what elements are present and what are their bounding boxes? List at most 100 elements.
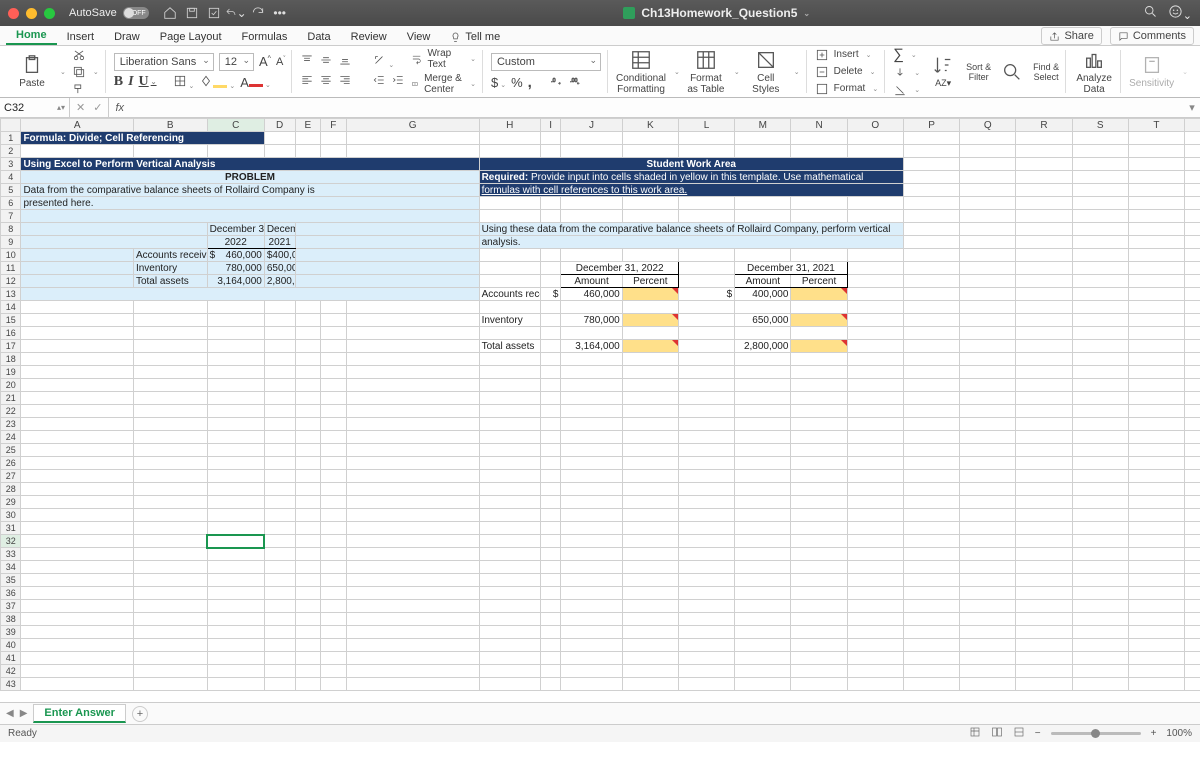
cell[interactable]: $ bbox=[540, 288, 560, 301]
search-icon[interactable] bbox=[1143, 4, 1158, 22]
cell[interactable] bbox=[903, 678, 959, 691]
cell[interactable] bbox=[561, 509, 622, 522]
cell[interactable] bbox=[903, 548, 959, 561]
cell[interactable] bbox=[1016, 366, 1072, 379]
cell[interactable] bbox=[295, 132, 321, 145]
cell[interactable] bbox=[264, 626, 295, 639]
cell[interactable] bbox=[264, 678, 295, 691]
row-header[interactable]: 9 bbox=[1, 236, 21, 249]
cell[interactable] bbox=[264, 652, 295, 665]
tab-draw[interactable]: Draw bbox=[104, 28, 150, 45]
cell[interactable] bbox=[847, 327, 903, 340]
cell[interactable] bbox=[207, 301, 264, 314]
cell[interactable] bbox=[1016, 379, 1072, 392]
conditional-formatting-button[interactable]: Conditional Formatting bbox=[616, 49, 666, 95]
row-header[interactable]: 19 bbox=[1, 366, 21, 379]
cell[interactable] bbox=[540, 301, 560, 314]
cell[interactable] bbox=[479, 496, 540, 509]
cell[interactable] bbox=[479, 470, 540, 483]
cell[interactable] bbox=[1072, 405, 1128, 418]
cell[interactable] bbox=[540, 275, 560, 288]
align-bottom-icon[interactable] bbox=[338, 53, 352, 70]
cell[interactable] bbox=[295, 314, 321, 327]
cell[interactable] bbox=[295, 353, 321, 366]
cell[interactable] bbox=[1185, 379, 1200, 392]
save-icon[interactable] bbox=[181, 3, 203, 23]
cell[interactable] bbox=[21, 470, 133, 483]
cell[interactable] bbox=[133, 574, 207, 587]
cell[interactable] bbox=[960, 509, 1016, 522]
row-header[interactable]: 17 bbox=[1, 340, 21, 353]
cell[interactable] bbox=[678, 431, 734, 444]
cell[interactable]: $400,000 bbox=[264, 249, 295, 262]
cell[interactable] bbox=[346, 522, 479, 535]
cell[interactable] bbox=[1072, 132, 1128, 145]
cell[interactable] bbox=[622, 678, 678, 691]
cell[interactable] bbox=[678, 418, 734, 431]
cell[interactable] bbox=[960, 587, 1016, 600]
cell[interactable] bbox=[960, 405, 1016, 418]
cell[interactable] bbox=[1128, 483, 1184, 496]
cell[interactable]: Inventory bbox=[479, 314, 540, 327]
cell[interactable] bbox=[264, 522, 295, 535]
cell[interactable] bbox=[133, 496, 207, 509]
cell[interactable] bbox=[1016, 327, 1072, 340]
cell[interactable]: 2,800,000 bbox=[264, 275, 295, 288]
row-header[interactable]: 33 bbox=[1, 548, 21, 561]
cell[interactable] bbox=[561, 379, 622, 392]
cell[interactable] bbox=[346, 652, 479, 665]
cell[interactable] bbox=[561, 561, 622, 574]
cell[interactable] bbox=[295, 301, 321, 314]
cell-styles-button[interactable]: Cell Styles bbox=[746, 49, 786, 95]
cell[interactable] bbox=[735, 301, 791, 314]
cell[interactable] bbox=[561, 639, 622, 652]
cell[interactable] bbox=[264, 418, 295, 431]
cell[interactable] bbox=[264, 665, 295, 678]
cell[interactable] bbox=[847, 379, 903, 392]
cell[interactable] bbox=[678, 509, 734, 522]
cell[interactable] bbox=[847, 301, 903, 314]
cell[interactable] bbox=[903, 158, 959, 171]
cell[interactable] bbox=[903, 444, 959, 457]
cell[interactable] bbox=[1128, 587, 1184, 600]
cell[interactable] bbox=[207, 522, 264, 535]
cell[interactable] bbox=[1185, 600, 1200, 613]
cell[interactable] bbox=[1185, 132, 1200, 145]
cell[interactable] bbox=[479, 132, 540, 145]
maximize-window-icon[interactable] bbox=[44, 8, 55, 19]
cell[interactable] bbox=[346, 418, 479, 431]
row-header[interactable]: 38 bbox=[1, 613, 21, 626]
cell[interactable] bbox=[791, 496, 847, 509]
cell[interactable] bbox=[1072, 561, 1128, 574]
cell[interactable] bbox=[1016, 431, 1072, 444]
cell[interactable] bbox=[960, 262, 1016, 275]
comma-button[interactable]: , bbox=[528, 74, 532, 91]
cell[interactable] bbox=[960, 470, 1016, 483]
cell[interactable] bbox=[479, 444, 540, 457]
cell[interactable] bbox=[295, 418, 321, 431]
cell[interactable] bbox=[21, 275, 133, 288]
cell[interactable] bbox=[847, 496, 903, 509]
cell[interactable] bbox=[1128, 288, 1184, 301]
cell[interactable] bbox=[479, 665, 540, 678]
cell[interactable] bbox=[1072, 314, 1128, 327]
cell[interactable] bbox=[1128, 184, 1184, 197]
cell[interactable] bbox=[903, 379, 959, 392]
column-header[interactable]: O bbox=[847, 119, 903, 132]
cell[interactable] bbox=[479, 405, 540, 418]
cell[interactable] bbox=[21, 431, 133, 444]
cell[interactable] bbox=[622, 639, 678, 652]
accept-formula-icon[interactable]: ✓ bbox=[93, 101, 102, 114]
autosum-button[interactable]: ∑⌄ bbox=[893, 46, 920, 63]
cell[interactable] bbox=[207, 665, 264, 678]
cell[interactable] bbox=[847, 340, 903, 353]
cell[interactable] bbox=[346, 665, 479, 678]
cell[interactable] bbox=[1185, 158, 1200, 171]
sheet-nav-next-icon[interactable]: ▶ bbox=[20, 708, 28, 719]
align-top-icon[interactable] bbox=[300, 53, 314, 70]
cell[interactable] bbox=[1185, 327, 1200, 340]
cell[interactable] bbox=[1072, 275, 1128, 288]
cell[interactable] bbox=[791, 210, 847, 223]
cell[interactable] bbox=[903, 262, 959, 275]
cell[interactable] bbox=[264, 548, 295, 561]
